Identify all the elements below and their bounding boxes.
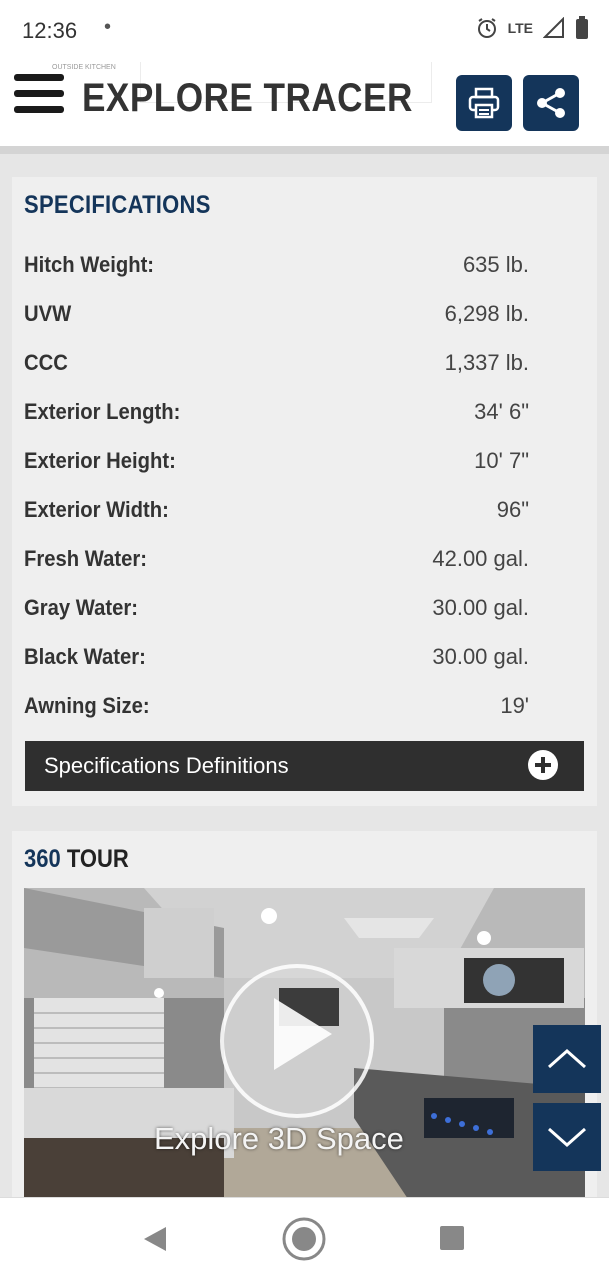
spec-row: Hitch Weight: 635 lb. [24, 245, 529, 285]
recent-apps-icon[interactable] [440, 1226, 464, 1250]
specifications-card: SPECIFICATIONS Hitch Weight: 635 lb. UVW… [12, 177, 597, 806]
spec-value: 96" [496, 497, 529, 522]
spec-label: Hitch Weight: [24, 252, 155, 277]
spec-row: Exterior Height: 10' 7" [24, 441, 529, 481]
network-type: LTE [507, 20, 533, 36]
signal-icon [543, 17, 564, 38]
tour-viewer[interactable]: Explore 3D Space [24, 888, 585, 1208]
spec-label: CCC [24, 350, 68, 375]
print-icon [468, 87, 500, 119]
floorplan-hint-label: OUTSIDE KITCHEN [52, 64, 116, 71]
spec-row: CCC 1,337 lb. [24, 343, 529, 383]
spec-value: 10' 7" [474, 448, 529, 473]
status-bar: 12:36 • LTE [0, 0, 609, 62]
spec-row: Exterior Length: 34' 6" [24, 392, 529, 432]
play-icon [274, 998, 332, 1070]
spec-label: Exterior Length: [24, 399, 181, 424]
tour-title-accent: 360 [24, 845, 61, 873]
spec-row: Gray Water: 30.00 gal. [24, 588, 529, 628]
print-button[interactable] [456, 75, 512, 131]
spec-label: UVW [24, 301, 72, 326]
home-icon[interactable] [281, 1216, 327, 1262]
status-icons: LTE [476, 16, 589, 40]
spec-value: 42.00 gal. [432, 546, 529, 571]
chevron-up-icon [548, 1048, 586, 1069]
specifications-definitions-toggle[interactable]: Specifications Definitions [25, 741, 584, 791]
scroll-up-button[interactable] [533, 1025, 601, 1093]
spec-value: 34' 6" [474, 399, 529, 424]
spec-row: Awning Size: 19' [24, 686, 529, 726]
tour-card: 360 TOUR Explore 3D Space [12, 831, 597, 1211]
alarm-icon [477, 18, 496, 38]
site-header: OUTSIDE KITCHEN EXPLORE TRACER [0, 62, 609, 146]
specifications-title: SPECIFICATIONS [24, 191, 211, 219]
spec-label: Awning Size: [24, 693, 150, 718]
spec-row: Black Water: 30.00 gal. [24, 637, 529, 677]
hamburger-menu-icon[interactable] [14, 74, 64, 114]
notification-dot: • [104, 16, 112, 38]
spec-value: 635 lb. [462, 252, 529, 277]
tour-title-rest: TOUR [60, 845, 129, 873]
spec-label: Black Water: [24, 644, 146, 669]
status-time: 12:36 [22, 18, 78, 43]
spec-value: 6,298 lb. [444, 301, 529, 326]
spec-label: Fresh Water: [24, 546, 147, 571]
spec-value: 30.00 gal. [432, 644, 529, 669]
header-divider [0, 146, 609, 154]
tour-title: 360 TOUR [24, 845, 129, 874]
spec-label: Exterior Height: [24, 448, 176, 473]
share-button[interactable] [523, 75, 579, 131]
spec-row: Exterior Width: 96" [24, 490, 529, 530]
plus-circle-icon [528, 750, 558, 780]
share-icon [537, 88, 565, 118]
back-icon[interactable] [142, 1225, 168, 1253]
definitions-label: Specifications Definitions [44, 753, 289, 778]
spec-value: 19' [500, 693, 529, 718]
page-title: EXPLORE TRACER [82, 76, 413, 120]
scroll-down-button[interactable] [533, 1103, 601, 1171]
spec-label: Exterior Width: [24, 497, 169, 522]
explore-3d-label: Explore 3D Space [154, 1121, 404, 1156]
battery-icon [576, 16, 588, 39]
spec-value: 30.00 gal. [432, 595, 529, 620]
spec-value: 1,337 lb. [444, 350, 529, 375]
spec-row: UVW 6,298 lb. [24, 294, 529, 334]
chevron-down-icon [548, 1127, 586, 1148]
spec-row: Fresh Water: 42.00 gal. [24, 539, 529, 579]
spec-label: Gray Water: [24, 595, 138, 620]
system-nav-bar [0, 1197, 609, 1280]
